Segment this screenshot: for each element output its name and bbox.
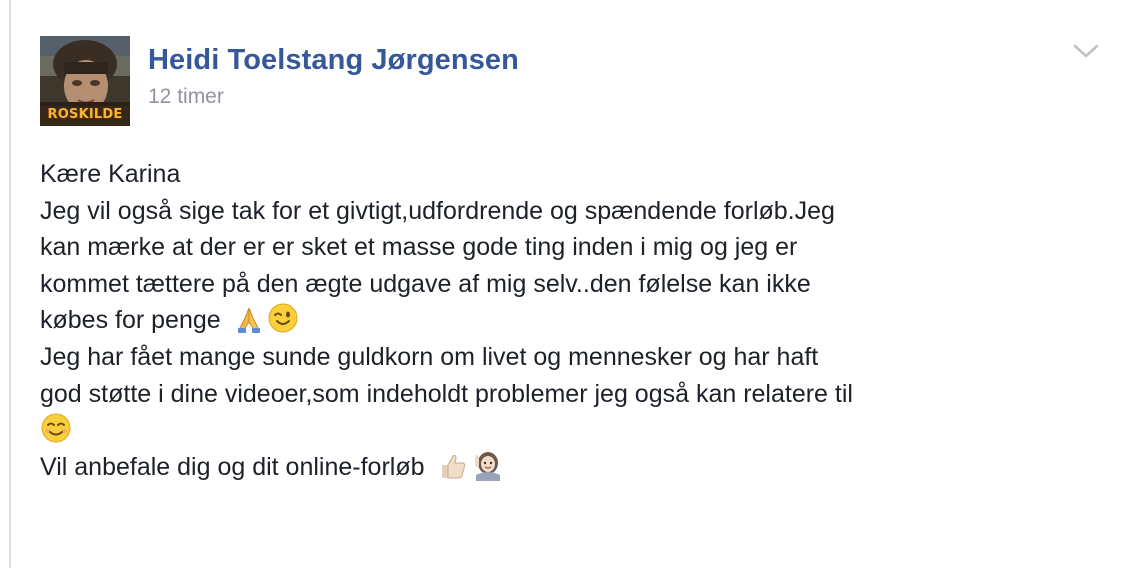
- smiling-face-emoji: [40, 412, 72, 444]
- post-meta: Heidi Toelstang Jørgensen 12 timer: [148, 42, 519, 110]
- post-timestamp-link[interactable]: 12 timer: [148, 84, 519, 110]
- post-line: Jeg vil også sige tak for et givtigt,udf…: [40, 196, 835, 225]
- post-header: ROSKILDE Heidi Toelstang Jørgensen 12 ti…: [40, 36, 519, 126]
- winking-face-emoji: [267, 302, 299, 334]
- avatar[interactable]: ROSKILDE: [40, 36, 130, 126]
- post-line-text: købes for penge: [40, 306, 221, 335]
- thumbs-up-emoji: [437, 451, 469, 481]
- post-card: ROSKILDE Heidi Toelstang Jørgensen 12 ti…: [0, 0, 1126, 568]
- folded-hands-emoji: [234, 304, 264, 334]
- post-line-with-emoji: købes for penge: [40, 302, 1110, 339]
- author-name-link[interactable]: Heidi Toelstang Jørgensen: [148, 42, 519, 78]
- post-line-with-emoji: Vil anbefale dig og dit online-forløb: [40, 449, 1110, 486]
- post-line: Kære Karina: [40, 160, 181, 188]
- post-body: Kære Karina Jeg vil også sige tak for et…: [40, 156, 1110, 485]
- chevron-down-icon[interactable]: [1071, 40, 1101, 64]
- post-line: Jeg har fået mange sunde guldkorn om liv…: [40, 342, 819, 371]
- post-line-emoji-only: [40, 412, 1110, 449]
- post-left-border: [9, 0, 11, 568]
- avatar-caption: ROSKILDE: [47, 107, 123, 122]
- post-line: god støtte i dine videoer,som indeholdt …: [40, 379, 853, 408]
- post-line-text: Vil anbefale dig og dit online-forløb: [40, 452, 425, 481]
- post-line: kommet tættere på den ægte udgave af mig…: [40, 269, 811, 298]
- post-line: kan mærke at der er er sket et masse god…: [40, 233, 798, 262]
- woman-raising-hand-emoji: [472, 449, 502, 481]
